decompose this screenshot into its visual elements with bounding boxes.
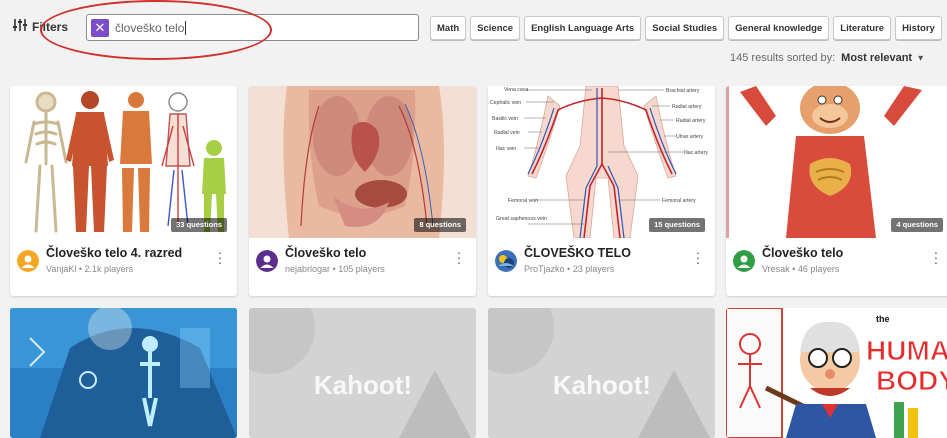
category-chip-literature[interactable]: Literature xyxy=(833,16,892,40)
question-count-badge: 8 questions xyxy=(414,218,466,232)
kahoot-card[interactable] xyxy=(10,308,237,438)
kahoot-card[interactable]: Kahoot! xyxy=(249,308,476,438)
kahoot-card[interactable]: 8 questions Človeško telo nejabrlogar • … xyxy=(249,86,476,296)
filters-label: Filters xyxy=(32,19,69,34)
card-thumbnail xyxy=(726,86,947,238)
category-chip-general-knowledge[interactable]: General knowledge xyxy=(728,16,830,40)
results-count: 145 results sorted by: xyxy=(730,52,836,64)
card-title[interactable]: Človeško telo 4. razred xyxy=(46,246,182,260)
anatomy-label: Iliac artery xyxy=(684,150,708,156)
filters-button[interactable]: Filters xyxy=(12,18,68,35)
kahoot-logo: Kahoot! xyxy=(314,370,412,400)
card-author[interactable]: VanjaKl xyxy=(46,264,76,274)
anatomy-label: Brachial artery xyxy=(666,88,700,94)
kahoot-card[interactable]: Vena cava Cephalic vein Basilic vein Rad… xyxy=(488,86,715,296)
card-players: 2.1k players xyxy=(84,264,134,274)
card-meta: Človeško telo nejabrlogar • 105 players … xyxy=(249,238,476,296)
category-chip-math[interactable]: Math xyxy=(430,16,467,40)
poster-text: HUMAN xyxy=(866,335,947,366)
card-subtitle: VanjaKl • 2.1k players xyxy=(46,264,133,274)
card-meta: Človeško telo Vresak • 46 players · · · xyxy=(726,238,947,296)
avatar xyxy=(495,250,517,272)
more-options-icon[interactable]: · · · xyxy=(456,245,462,269)
anatomy-label: Radial vein xyxy=(494,130,520,136)
card-thumbnail xyxy=(249,86,476,238)
card-author[interactable]: nejabrlogar xyxy=(285,264,330,274)
chevron-down-icon[interactable]: ▾ xyxy=(918,53,923,64)
separator: • xyxy=(332,264,336,274)
placeholder-thumbnail: Kahoot! xyxy=(249,308,476,438)
question-count-badge: 15 questions xyxy=(649,218,705,232)
results-summary: 145 results sorted by: Most relevant ▾ xyxy=(730,52,923,64)
anatomy-label: Great saphenous vein xyxy=(496,216,547,222)
more-options-icon[interactable]: · · · xyxy=(933,245,939,269)
card-title[interactable]: Človeško telo xyxy=(285,246,366,260)
anatomy-label: Radial artery xyxy=(676,118,706,124)
separator: • xyxy=(792,264,796,274)
category-chip-social-studies[interactable]: Social Studies xyxy=(645,16,725,40)
card-players: 46 players xyxy=(797,264,840,274)
card-subtitle: ProTjazko • 23 players xyxy=(524,264,614,274)
kahoot-card[interactable]: the HUMAN BODY xyxy=(726,308,947,438)
card-title[interactable]: Človeško telo xyxy=(762,246,843,260)
kahoot-card[interactable]: 4 questions Človeško telo Vresak • 46 pl… xyxy=(726,86,947,296)
card-title[interactable]: ČLOVEŠKO TELO xyxy=(524,246,631,260)
separator: • xyxy=(78,264,83,274)
card-thumbnail xyxy=(10,86,237,238)
search-input[interactable]: ✕ človeško telo xyxy=(86,14,419,41)
more-options-icon[interactable]: · · · xyxy=(695,245,701,269)
top-toolbar: Filters ✕ človeško telo Math Science Eng… xyxy=(0,0,947,64)
card-subtitle: Vresak • 46 players xyxy=(762,264,839,274)
anatomy-label: Ulnar artery xyxy=(676,134,704,140)
separator: • xyxy=(567,264,571,274)
kahoot-card[interactable]: Kahoot! xyxy=(488,308,715,438)
anatomy-label: Basilic vein xyxy=(492,116,518,122)
anatomy-label: Vena cava xyxy=(504,87,528,93)
anatomy-label: Femoral artery xyxy=(662,198,696,204)
avatar xyxy=(256,250,278,272)
anatomy-label: Femoral vein xyxy=(508,198,538,204)
card-meta: Človeško telo 4. razred VanjaKl • 2.1k p… xyxy=(10,238,237,296)
avatar xyxy=(17,250,39,272)
placeholder-thumbnail: Kahoot! xyxy=(488,308,715,438)
category-chip-science[interactable]: Science xyxy=(470,16,521,40)
kahoot-card[interactable]: 33 questions Človeško telo 4. razred Van… xyxy=(10,86,237,296)
card-thumbnail: the HUMAN BODY xyxy=(726,308,947,438)
card-meta: ČLOVEŠKO TELO ProTjazko • 23 players · · · xyxy=(488,238,715,296)
kahoot-logo: Kahoot! xyxy=(553,370,651,400)
anatomy-label: Cephalic vein xyxy=(490,100,521,106)
search-value: človeško telo xyxy=(115,20,185,35)
text-caret xyxy=(185,20,187,35)
category-chip-english-language-arts[interactable]: English Language Arts xyxy=(524,16,642,40)
card-author[interactable]: Vresak xyxy=(762,264,790,274)
anatomy-label: Radial artery xyxy=(672,104,702,110)
avatar xyxy=(733,250,755,272)
category-chip-history[interactable]: History xyxy=(895,16,942,40)
clear-search-icon[interactable]: ✕ xyxy=(91,18,109,37)
question-count-badge: 33 questions xyxy=(171,218,227,232)
question-count-badge: 4 questions xyxy=(891,218,943,232)
filters-icon xyxy=(12,18,28,35)
card-players: 23 players xyxy=(572,264,615,274)
anatomy-label: Iliac vein xyxy=(496,146,516,152)
card-author[interactable]: ProTjazko xyxy=(524,264,565,274)
poster-text: BODY xyxy=(876,365,947,396)
sort-dropdown[interactable]: Most relevant xyxy=(841,52,912,64)
card-thumbnail: Vena cava Cephalic vein Basilic vein Rad… xyxy=(488,86,715,238)
card-subtitle: nejabrlogar • 105 players xyxy=(285,264,385,274)
poster-text: the xyxy=(876,314,890,324)
card-players: 105 players xyxy=(338,264,385,274)
card-thumbnail xyxy=(10,308,237,438)
more-options-icon[interactable]: · · · xyxy=(217,245,223,269)
category-chips: Math Science English Language Arts Socia… xyxy=(430,16,942,40)
